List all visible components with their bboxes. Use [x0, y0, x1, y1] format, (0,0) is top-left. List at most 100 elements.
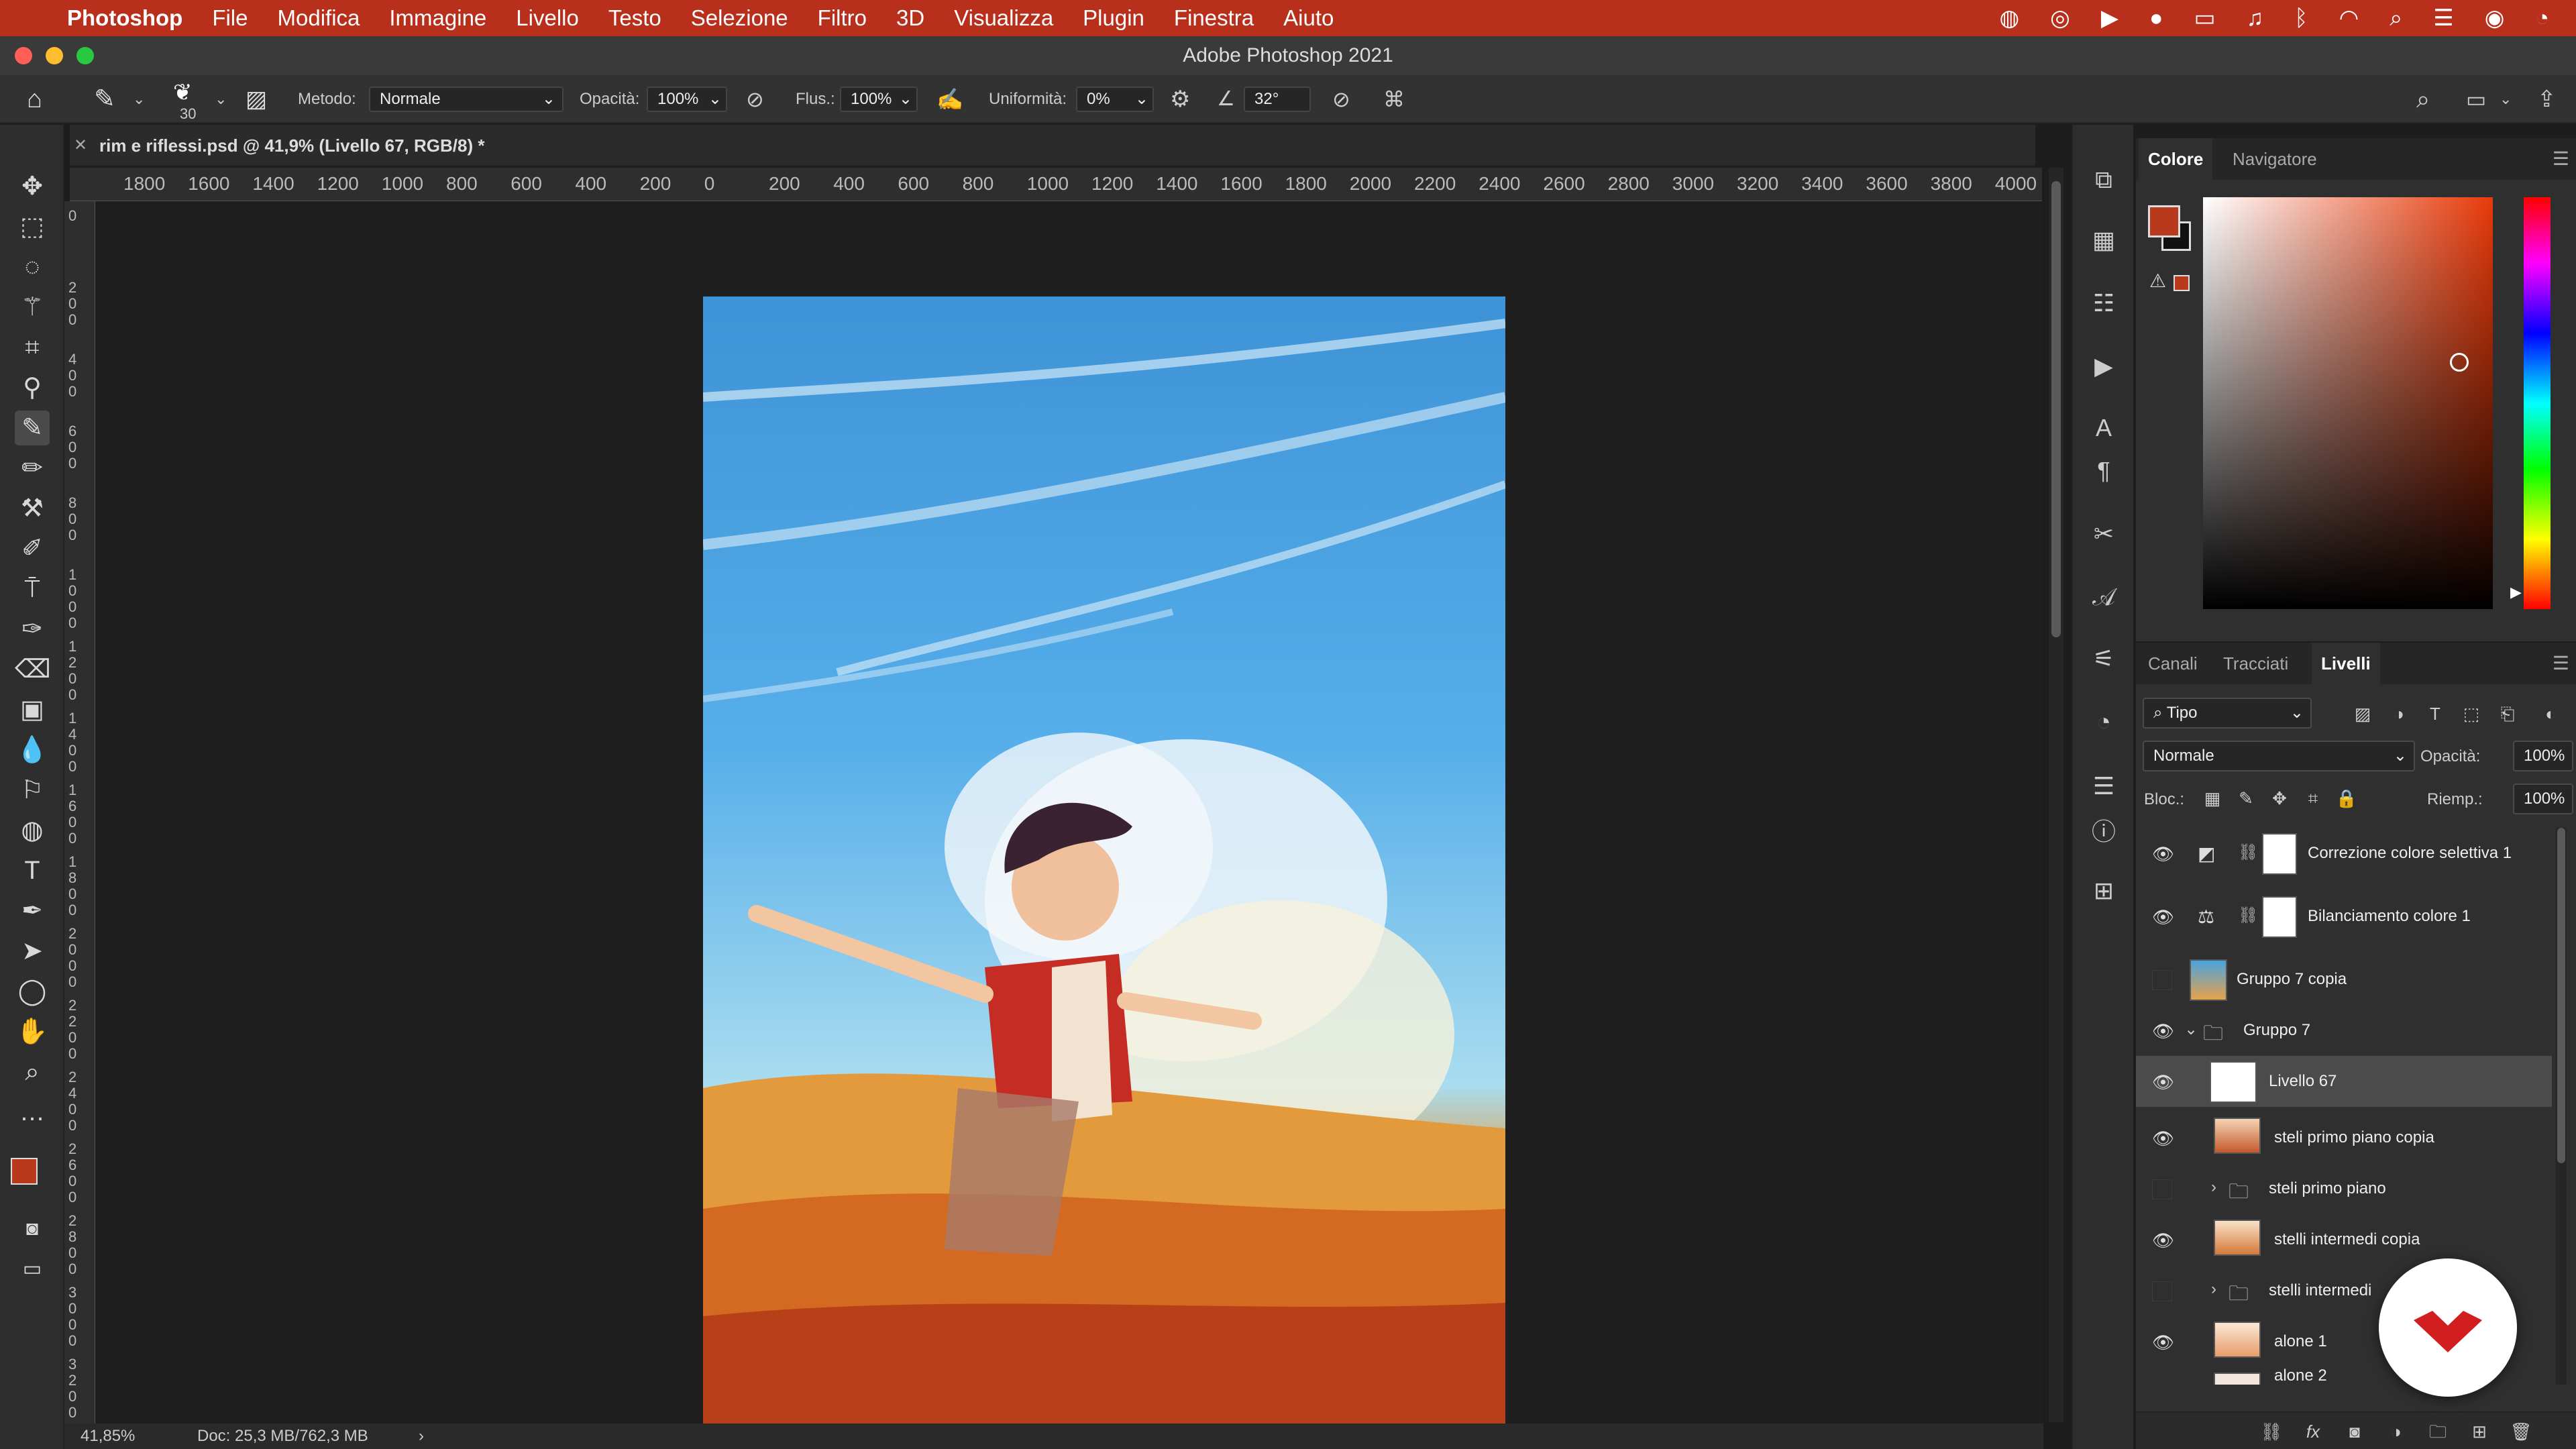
display-icon[interactable]: ▭ — [2194, 5, 2216, 32]
filter-adjustment-icon[interactable]: ◑ — [2387, 702, 2411, 726]
layer-row[interactable]: 👁 ⚖ ⛓ Bilanciamento colore 1 — [2136, 891, 2552, 942]
vertical-scroll-thumb[interactable] — [2051, 181, 2061, 637]
filter-toggle-icon[interactable]: ◐ — [2538, 702, 2563, 726]
eye-icon[interactable]: 👁 — [2152, 1072, 2174, 1092]
layer-opacity-field[interactable]: 100% — [2513, 741, 2573, 771]
add-mask-icon[interactable]: ◙ — [2343, 1419, 2367, 1444]
user-icon[interactable]: ● — [2149, 5, 2163, 32]
more-tools-icon[interactable]: … — [15, 1095, 50, 1130]
zoom-level[interactable]: 41,85% — [80, 1424, 135, 1449]
home-icon[interactable]: ⌂ — [27, 75, 42, 123]
eye-icon[interactable]: 👁 — [2152, 1230, 2174, 1250]
menu-plugin[interactable]: Plugin — [1083, 5, 1144, 31]
lock-transparency-icon[interactable]: ▦ — [2200, 786, 2224, 810]
brush-settings-icon[interactable]: ▨ — [246, 75, 267, 123]
filter-pixel-icon[interactable]: ▨ — [2351, 702, 2375, 726]
color-field[interactable] — [2203, 197, 2493, 609]
airbrush-icon[interactable]: ✍ — [936, 75, 963, 123]
menu-file[interactable]: File — [212, 5, 248, 31]
pressure-size-icon[interactable]: ⊘ — [1332, 75, 1350, 123]
timeline-icon[interactable]: ⊞ — [2086, 873, 2121, 908]
angle-field[interactable]: 32° — [1244, 87, 1311, 112]
warning-icon[interactable]: ⚠ — [2149, 270, 2166, 292]
chevron-right-icon[interactable]: › — [2211, 1178, 2216, 1197]
info-icon[interactable]: ⓘ — [2086, 814, 2121, 849]
lock-all-icon[interactable]: 🔒 — [2334, 786, 2359, 810]
siri-icon[interactable]: ◉ — [2485, 5, 2505, 32]
sync-icon[interactable]: ◎ — [2050, 5, 2070, 32]
character-icon[interactable]: A — [2086, 411, 2121, 445]
crop-tool-icon[interactable]: ⌗ — [15, 330, 50, 365]
panel-menu-icon[interactable]: ☰ — [2553, 148, 2569, 170]
filter-smart-icon[interactable]: ⎗ — [2496, 702, 2520, 726]
menu-filtro[interactable]: Filtro — [818, 5, 867, 31]
search-icon[interactable]: ⌕ — [2416, 75, 2430, 123]
menu-testo[interactable]: Testo — [608, 5, 661, 31]
lock-position-icon[interactable]: ✥ — [2267, 786, 2292, 810]
glyphs-icon[interactable]: 𝒜 — [2086, 580, 2121, 614]
art-history-icon[interactable]: ✑ — [15, 612, 50, 647]
color-picker-cursor[interactable] — [2450, 353, 2469, 372]
libraries-icon[interactable]: ☰ — [2086, 769, 2121, 804]
move-tool-icon[interactable]: ✥ — [15, 169, 50, 204]
mixer-brush-icon[interactable]: ⚒ — [15, 491, 50, 526]
tab-colore[interactable]: Colore — [2139, 138, 2213, 180]
adjustments-icon[interactable]: ⚟ — [2086, 641, 2121, 676]
text-tool-icon[interactable]: T — [15, 853, 50, 888]
chevron-right-icon[interactable]: › — [419, 1424, 424, 1449]
flow-field[interactable]: 100% ⌄ — [840, 87, 918, 112]
tab-livelli[interactable]: Livelli — [2312, 643, 2380, 684]
layer-mask-thumb[interactable] — [2262, 833, 2297, 875]
history-brush-icon[interactable]: ✐ — [15, 531, 50, 566]
eyedropper-icon[interactable]: ⚲ — [15, 370, 50, 405]
wifi-icon[interactable]: ◠ — [2339, 5, 2359, 32]
layer-row-selected[interactable]: 👁 Livello 67 — [2136, 1056, 2552, 1107]
panel-menu-icon[interactable]: ☰ — [2553, 652, 2569, 674]
filter-text-icon[interactable]: T — [2423, 702, 2447, 726]
layer-row[interactable]: Gruppo 7 copia — [2136, 954, 2552, 1005]
chevron-down-icon[interactable]: ⌄ — [133, 75, 145, 123]
sponge-icon[interactable]: ◍ — [15, 813, 50, 848]
fx-icon[interactable]: fx — [2301, 1419, 2325, 1444]
vertical-scrollbar[interactable] — [2049, 168, 2063, 1422]
new-group-icon[interactable]: 🗀 — [2426, 1419, 2450, 1444]
group-row[interactable]: 👁 ⌄ 🗀 Gruppo 7 — [2136, 1005, 2552, 1056]
search-icon[interactable]: ⌕ — [2390, 5, 2402, 32]
layer-row[interactable]: 👁 ◩ ⛓ Correzione colore selettiva 1 — [2136, 828, 2552, 879]
menu-finestra[interactable]: Finestra — [1174, 5, 1254, 31]
new-layer-icon[interactable]: ⊞ — [2467, 1419, 2491, 1444]
screen-mode-icon[interactable]: ▭ — [15, 1252, 50, 1287]
gear-icon[interactable]: ⚙ — [1170, 75, 1190, 123]
lasso-tool-icon[interactable]: ◌ — [15, 250, 50, 284]
brush-icon[interactable]: ✎ — [94, 75, 115, 123]
pen-icon[interactable]: ✒ — [15, 894, 50, 928]
brush-tool-icon[interactable]: ✎ — [15, 411, 50, 445]
filter-shape-icon[interactable]: ⬚ — [2459, 702, 2483, 726]
eye-icon[interactable]: 👁 — [2152, 1128, 2174, 1148]
eye-icon[interactable]: 👁 — [2152, 844, 2174, 864]
opacity-field[interactable]: 100% ⌄ — [647, 87, 727, 112]
tab-navigatore[interactable]: Navigatore — [2223, 138, 2326, 180]
lock-pixels-icon[interactable]: ✎ — [2234, 786, 2258, 810]
chevron-right-icon[interactable]: › — [2211, 1280, 2216, 1299]
magic-wand-icon[interactable]: ⚚ — [15, 290, 50, 325]
menu-modifica[interactable]: Modifica — [278, 5, 360, 31]
layer-row[interactable]: 👁 stelli intermedi copia — [2136, 1214, 2552, 1265]
clock-icon[interactable]: ◔ — [2535, 5, 2549, 32]
chevron-down-icon[interactable]: ⌄ — [2500, 75, 2512, 123]
play-icon[interactable]: ▶ — [2101, 5, 2118, 32]
layer-filter-select[interactable]: ⌕ Tipo ⌄ — [2143, 698, 2312, 729]
pressure-opacity-icon[interactable]: ⊘ — [746, 75, 764, 123]
creative-cloud-icon[interactable]: ◍ — [2000, 5, 2020, 32]
blur-icon[interactable]: 💧 — [15, 733, 50, 767]
pencil-icon[interactable]: ✏ — [15, 451, 50, 486]
hue-slider-handle[interactable]: ▶ — [2510, 584, 2522, 601]
zoom-icon[interactable]: ⌕ — [15, 1055, 50, 1089]
clone-stamp-icon[interactable]: ⍑ — [15, 572, 50, 606]
layer-row[interactable]: 👁 steli primo piano copia — [2136, 1112, 2552, 1163]
eye-icon[interactable]: 👁 — [2152, 1021, 2174, 1041]
layers-scroll-thumb[interactable] — [2557, 828, 2565, 1163]
eye-icon[interactable]: 👁 — [2152, 907, 2174, 927]
chevron-down-icon[interactable]: ⌄ — [215, 75, 227, 123]
share-icon[interactable]: ⇪ — [2537, 75, 2557, 123]
